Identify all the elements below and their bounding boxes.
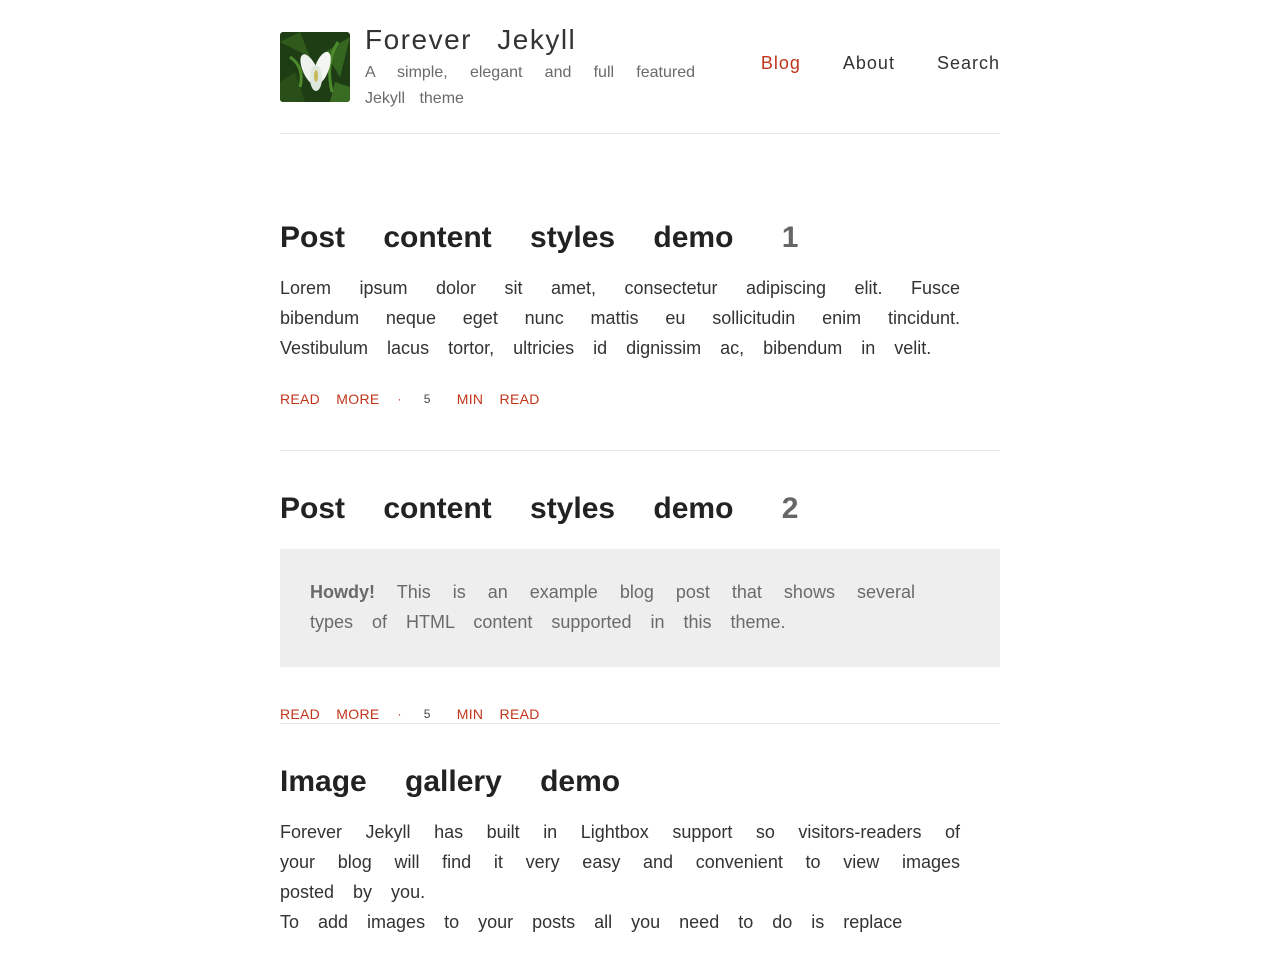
post-list: Post content styles demo 1 Lorem ipsum d… [280, 218, 1000, 937]
read-time-label: min read [456, 391, 540, 407]
post-item: Post content styles demo 1 Lorem ipsum d… [280, 218, 1000, 451]
white-lily-flower-logo-icon[interactable] [280, 32, 350, 102]
site-nav: Blog About Search [761, 53, 1000, 74]
post-title-number: 1 [781, 221, 799, 254]
page-container: Forever Jekyll A simple, elegant and ful… [280, 0, 1000, 932]
post-title-link[interactable]: Post content styles demo 2 [280, 489, 1000, 529]
read-time-minutes: 5 [423, 392, 431, 406]
post-meta: Read more · 5 min read [280, 704, 1000, 724]
post-title-number: 2 [781, 492, 799, 525]
meta-separator: · [397, 707, 402, 721]
post-item: Post content styles demo 2 Howdy! This i… [280, 489, 1000, 724]
site-description: A simple, elegant and full featured Jeky… [365, 64, 695, 107]
nav-link-blog[interactable]: Blog [761, 53, 801, 74]
read-more-link[interactable]: Read more [280, 391, 380, 407]
callout-text: This is an example blog post that shows … [310, 582, 915, 632]
post-meta: Read more · 5 min read [280, 389, 1000, 409]
post-item: Image gallery demo Forever Jekyll has bu… [280, 762, 1000, 937]
nav-link-about[interactable]: About [843, 53, 895, 74]
site-title[interactable]: Forever Jekyll [365, 24, 576, 56]
callout-bold-text: Howdy! [310, 582, 375, 602]
post-title-text: Post content styles demo [280, 492, 734, 525]
nav-link-search[interactable]: Search [937, 53, 1000, 74]
read-more-link[interactable]: Read more [280, 706, 380, 722]
post-title-link[interactable]: Post content styles demo 1 [280, 218, 1000, 258]
post-title-link[interactable]: Image gallery demo [280, 762, 1000, 802]
post-excerpt-paragraph-2: To add images to your posts all you need… [280, 912, 903, 932]
post-title-text: Post content styles demo [280, 221, 734, 254]
read-time-label: min read [456, 706, 540, 722]
post-excerpt: Lorem ipsum dolor sit amet, consectetur … [280, 278, 960, 358]
site-header: Forever Jekyll A simple, elegant and ful… [280, 0, 1000, 134]
post-excerpt: Forever Jekyll has built in Lightbox sup… [280, 817, 960, 937]
post-excerpt-paragraph-1: Forever Jekyll has built in Lightbox sup… [280, 822, 960, 902]
post-callout-notice: Howdy! This is an example blog post that… [280, 549, 1000, 667]
meta-separator: · [397, 392, 402, 406]
read-time-minutes: 5 [423, 707, 431, 721]
